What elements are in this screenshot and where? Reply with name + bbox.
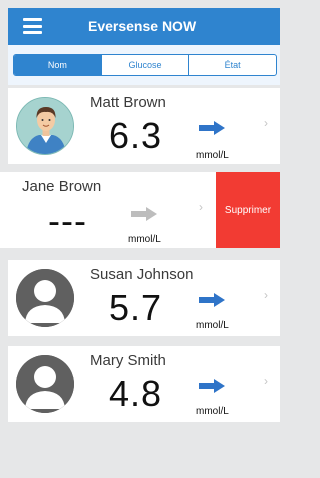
hamburger-menu-icon[interactable] <box>23 18 42 34</box>
list-item[interactable]: Susan Johnson 5.7 mmol/L › <box>8 260 280 336</box>
list-item[interactable]: Matt Brown 6.3 mmol/L › <box>8 88 280 164</box>
chevron-right-icon: › <box>264 288 268 302</box>
avatar <box>16 97 74 155</box>
trend-arrow-right-icon <box>199 121 225 135</box>
tab-etat[interactable]: État <box>189 55 276 75</box>
chevron-right-icon: › <box>264 374 268 388</box>
trend-arrow-right-icon <box>199 293 225 307</box>
delete-button[interactable]: Supprimer <box>216 172 280 248</box>
unit-label: mmol/L <box>196 320 229 331</box>
list-item[interactable]: Mary Smith 4.8 mmol/L › <box>8 346 280 422</box>
person-name: Mary Smith <box>90 352 166 369</box>
list-item[interactable]: Jane Brown --- mmol/L › <box>0 172 216 248</box>
header-bar: Eversense NOW <box>8 8 280 45</box>
app: Eversense NOW Nom Glucose État Matt Brow… <box>0 0 280 478</box>
person-name: Susan Johnson <box>90 266 194 283</box>
unit-label: mmol/L <box>196 406 229 417</box>
sort-bar: Nom Glucose État <box>8 45 280 85</box>
glucose-value: --- <box>48 200 87 241</box>
tab-nom[interactable]: Nom <box>14 55 102 75</box>
person-name: Matt Brown <box>90 94 166 111</box>
chevron-right-icon: › <box>264 116 268 130</box>
app-title: Eversense NOW <box>88 18 197 34</box>
tab-glucose[interactable]: Glucose <box>102 55 190 75</box>
sort-segmented-control: Nom Glucose État <box>13 54 277 76</box>
avatar <box>16 269 74 327</box>
unit-label: mmol/L <box>196 150 229 161</box>
glucose-value: 6.3 <box>109 115 163 156</box>
person-name: Jane Brown <box>22 178 102 195</box>
avatar <box>16 355 74 413</box>
glucose-value: 4.8 <box>109 373 163 414</box>
trend-arrow-right-icon <box>131 207 157 221</box>
unit-label: mmol/L <box>128 234 161 245</box>
chevron-right-icon: › <box>199 200 203 214</box>
trend-arrow-right-icon <box>199 379 225 393</box>
glucose-value: 5.7 <box>109 287 163 328</box>
